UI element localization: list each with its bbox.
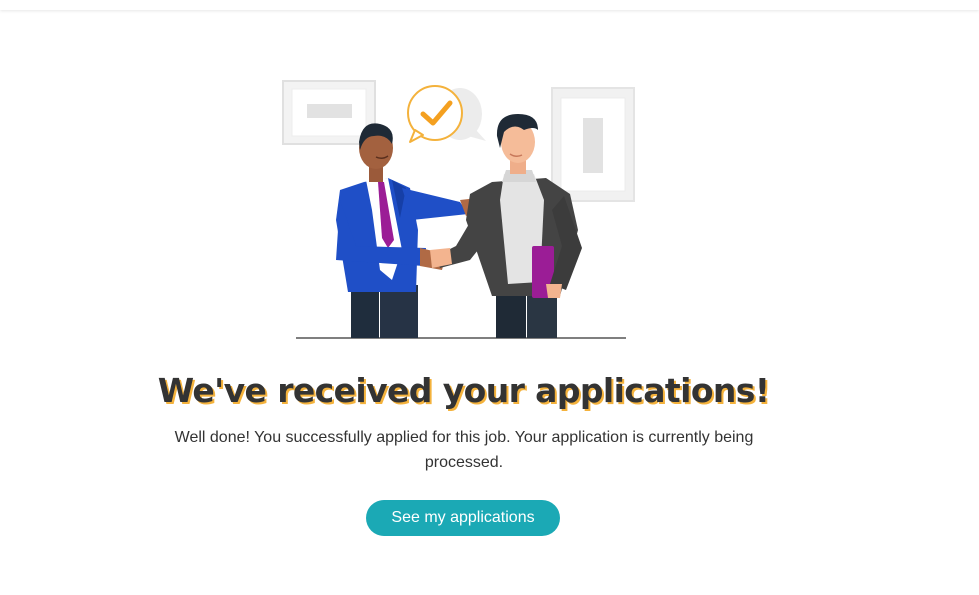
man-left: [336, 123, 482, 338]
picture-frame-right: [551, 87, 635, 202]
top-bar: [0, 0, 979, 10]
see-my-applications-button[interactable]: See my applications: [366, 500, 560, 536]
handshake-illustration: [282, 80, 635, 339]
success-message: Well done! You successfully applied for …: [174, 429, 754, 471]
page-title: We've received your applications!: [157, 371, 770, 410]
speech-bubble: [407, 85, 486, 143]
